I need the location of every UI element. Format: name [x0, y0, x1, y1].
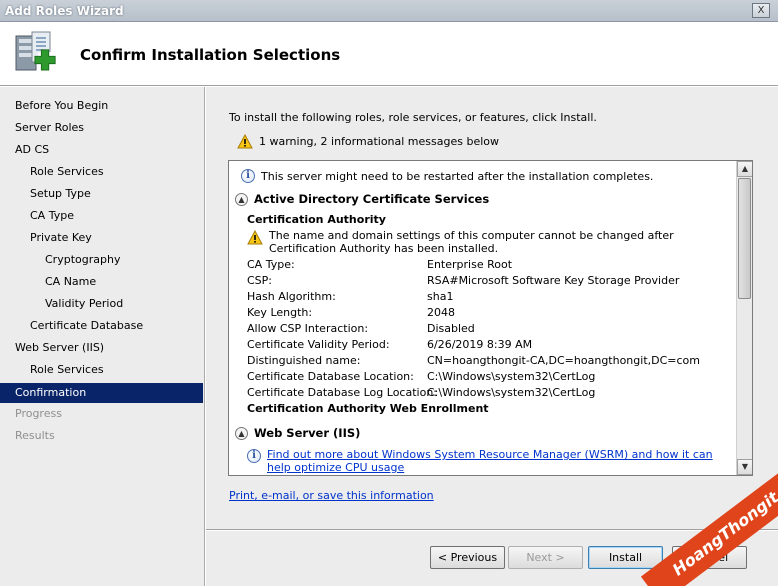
- detail-label: Certificate Database Location:: [247, 370, 414, 383]
- step-confirmation[interactable]: Confirmation: [0, 383, 203, 403]
- detail-label: Certificate Validity Period:: [247, 338, 390, 351]
- ca-warning-text: The name and domain settings of this com…: [269, 229, 674, 255]
- adcs-section-title: Active Directory Certificate Services: [254, 192, 490, 206]
- step-adcs-role-services[interactable]: Role Services: [0, 162, 203, 182]
- warning-icon: [237, 134, 253, 149]
- selections-panel[interactable]: i This server might need to be restarted…: [228, 160, 753, 476]
- window-title: Add Roles Wizard: [5, 4, 124, 18]
- collapse-chevron-icon[interactable]: ▲: [235, 426, 248, 440]
- title-bar: Add Roles Wizard X: [0, 0, 778, 22]
- detail-value: CN=hoangthongit-CA,DC=hoangthongit,DC=co…: [427, 354, 700, 367]
- detail-label: CA Type:: [247, 258, 295, 271]
- info-icon: i: [247, 449, 261, 463]
- previous-button[interactable]: < Previous: [430, 546, 505, 569]
- restart-note: i This server might need to be restarted…: [241, 169, 653, 183]
- print-email-save-link[interactable]: Print, e-mail, or save this information: [229, 489, 434, 502]
- web-enrollment-heading: Certification Authority Web Enrollment: [247, 402, 489, 415]
- step-ca-name[interactable]: CA Name: [0, 272, 203, 292]
- detail-label: Hash Algorithm:: [247, 290, 336, 303]
- step-certificate-database[interactable]: Certificate Database: [0, 316, 203, 336]
- detail-value: C:\Windows\system32\CertLog: [427, 370, 596, 383]
- footer-divider: [206, 529, 778, 531]
- page-title: Confirm Installation Selections: [80, 46, 341, 64]
- detail-value: RSA#Microsoft Software Key Storage Provi…: [427, 274, 680, 287]
- close-button[interactable]: X: [752, 3, 770, 18]
- warning-icon: [247, 230, 263, 245]
- next-button: Next >: [508, 546, 583, 569]
- summary-warning-text: 1 warning, 2 informational messages belo…: [259, 135, 500, 148]
- step-progress: Progress: [15, 407, 62, 420]
- detail-label: Distinguished name:: [247, 354, 361, 367]
- restart-note-text: This server might need to be restarted a…: [261, 169, 654, 183]
- info-icon: i: [241, 169, 255, 183]
- detail-label: Key Length:: [247, 306, 313, 319]
- step-before-you-begin[interactable]: Before You Begin: [0, 96, 203, 116]
- wsrm-note: i Find out more about Windows System Res…: [247, 448, 731, 474]
- detail-value: C:\Windows\system32\CertLog: [427, 386, 596, 399]
- step-server-roles[interactable]: Server Roles: [0, 118, 203, 138]
- iis-section-header[interactable]: ▲ Web Server (IIS): [235, 426, 360, 440]
- iis-section-title: Web Server (IIS): [254, 426, 361, 440]
- ca-heading: Certification Authority: [247, 213, 386, 226]
- ca-warning: The name and domain settings of this com…: [247, 229, 731, 255]
- summary-warning: 1 warning, 2 informational messages belo…: [237, 134, 499, 149]
- vertical-scrollbar[interactable]: ▲ ▼: [736, 161, 752, 475]
- detail-value: Disabled: [427, 322, 475, 335]
- wizard-steps: Before You Begin Server Roles AD CS Role…: [0, 87, 205, 586]
- step-web-server-iis[interactable]: Web Server (IIS): [0, 338, 203, 358]
- adcs-section-header[interactable]: ▲ Active Directory Certificate Services: [235, 192, 489, 206]
- wizard-header: Confirm Installation Selections: [0, 22, 778, 86]
- collapse-chevron-icon[interactable]: ▲: [235, 192, 248, 206]
- cancel-button[interactable]: Cancel: [672, 546, 747, 569]
- step-ad-cs[interactable]: AD CS: [0, 140, 203, 160]
- step-private-key[interactable]: Private Key: [0, 228, 203, 248]
- detail-value: 6/26/2019 8:39 AM: [427, 338, 533, 351]
- step-iis-role-services[interactable]: Role Services: [0, 360, 203, 380]
- detail-value: sha1: [427, 290, 454, 303]
- scroll-up-arrow-icon[interactable]: ▲: [737, 161, 752, 177]
- detail-value: Enterprise Root: [427, 258, 513, 271]
- scroll-thumb[interactable]: [738, 178, 751, 299]
- scroll-down-arrow-icon[interactable]: ▼: [737, 459, 752, 475]
- step-validity-period[interactable]: Validity Period: [0, 294, 203, 314]
- step-setup-type[interactable]: Setup Type: [0, 184, 203, 204]
- server-add-icon: [15, 31, 60, 74]
- main-content: To install the following roles, role ser…: [206, 87, 778, 586]
- detail-value: 2048: [427, 306, 455, 319]
- detail-label: Certificate Database Log Location:: [247, 386, 437, 399]
- wsrm-link[interactable]: Find out more about Windows System Resou…: [267, 448, 731, 474]
- step-results: Results: [15, 429, 55, 442]
- install-button[interactable]: Install: [588, 546, 663, 569]
- step-ca-type[interactable]: CA Type: [0, 206, 203, 226]
- intro-text: To install the following roles, role ser…: [229, 111, 597, 124]
- detail-label: Allow CSP Interaction:: [247, 322, 369, 335]
- step-cryptography[interactable]: Cryptography: [0, 250, 203, 270]
- detail-label: CSP:: [247, 274, 273, 287]
